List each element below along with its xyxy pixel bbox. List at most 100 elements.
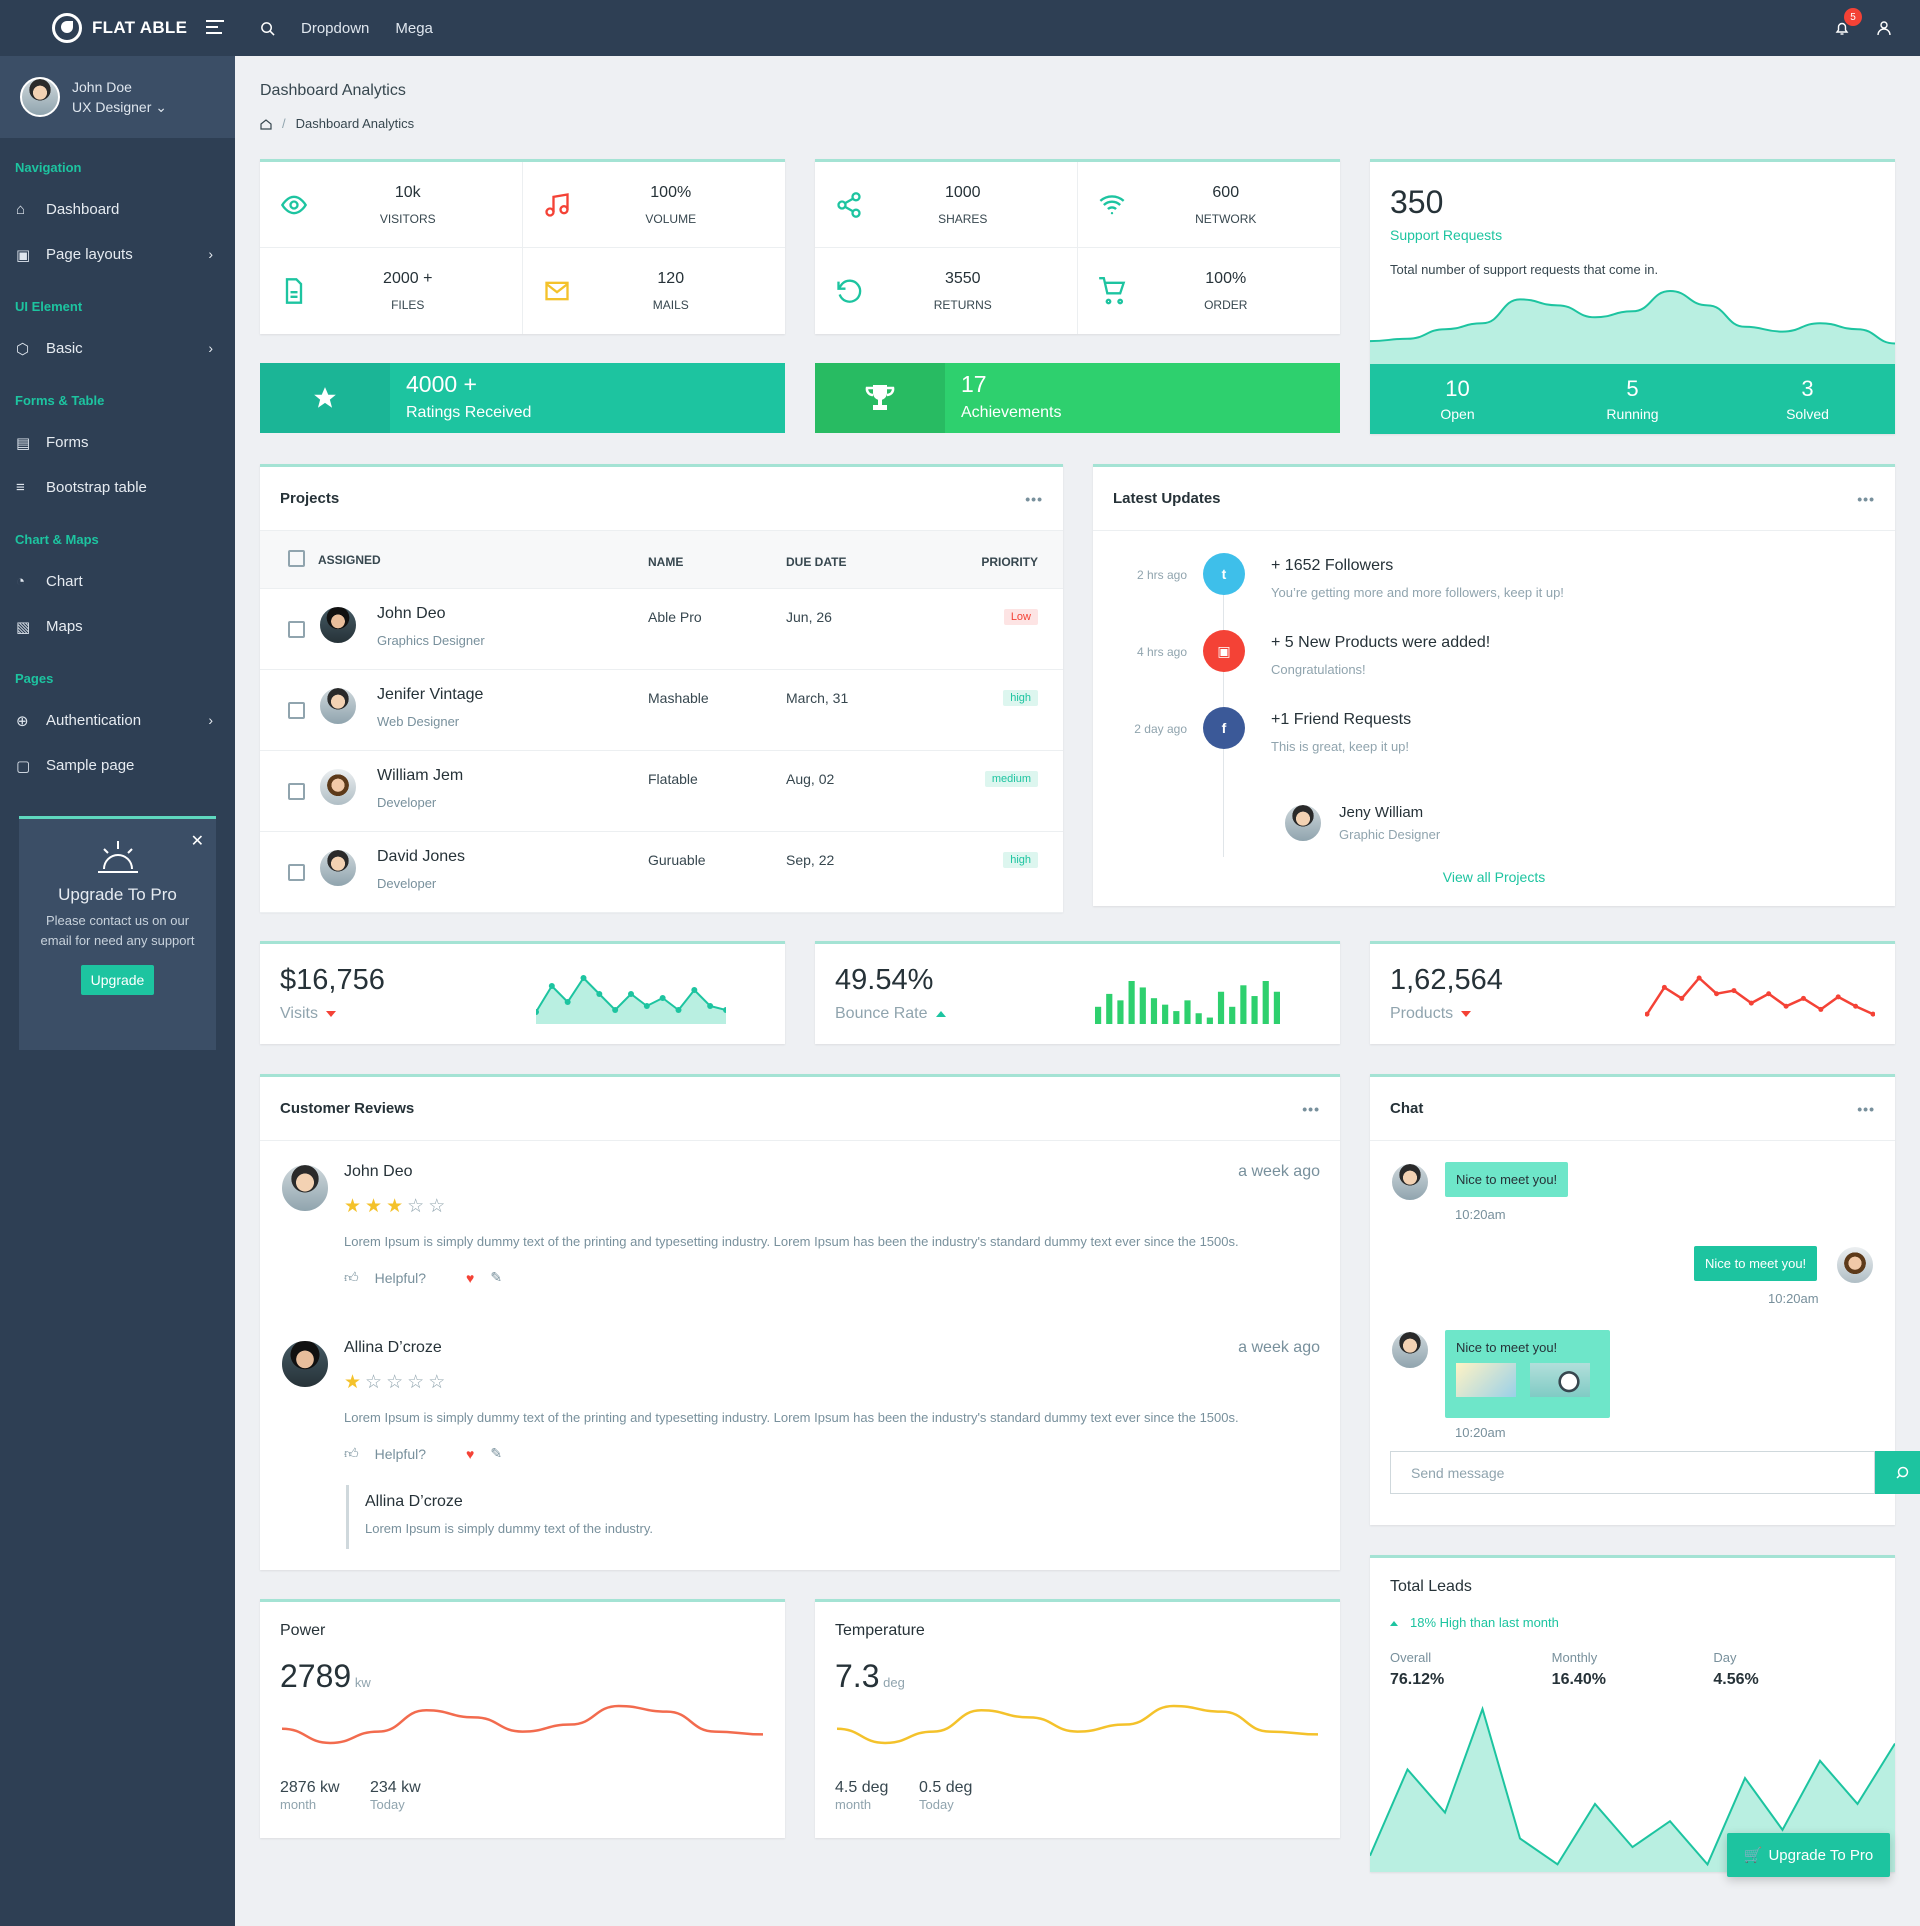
- brand[interactable]: FLAT ABLE: [0, 0, 235, 56]
- logo-icon: [52, 13, 82, 43]
- notification-button[interactable]: 5: [1834, 8, 1862, 36]
- send-button[interactable]: [1875, 1451, 1920, 1494]
- briefcase-icon: ▣: [1203, 630, 1245, 672]
- th-name: NAME: [648, 555, 684, 569]
- projects-title: Projects: [280, 490, 340, 507]
- row-checkbox[interactable]: [288, 702, 305, 719]
- sidebar-item-authentication[interactable]: ⊕ Authentication ›: [0, 698, 235, 743]
- helpful-label[interactable]: Helpful?: [375, 1270, 426, 1286]
- table-row[interactable]: Jenifer Vintage Web Designer Mashable March…: [260, 670, 1063, 751]
- products-card: 1,62,564 Products: [1370, 941, 1895, 1044]
- star-rating[interactable]: ★ ★ ★ ☆ ☆: [344, 1195, 445, 1218]
- star-icon[interactable]: ☆: [407, 1195, 424, 1218]
- send-message-input[interactable]: Send message: [1390, 1451, 1875, 1494]
- update-title: + 5 New Products were added!: [1271, 634, 1491, 651]
- cart-icon: 🛒: [1743, 1847, 1763, 1864]
- star-icon[interactable]: ★: [344, 1195, 361, 1218]
- home-icon[interactable]: [260, 118, 272, 130]
- star-rating[interactable]: ★ ☆ ☆ ☆ ☆: [344, 1371, 445, 1394]
- row-checkbox[interactable]: [288, 621, 305, 638]
- bounce-bar: [1162, 1004, 1169, 1024]
- due-date: Aug, 02: [786, 771, 835, 787]
- chevron-down-icon[interactable]: ⌄: [155, 99, 167, 115]
- reviews-header: Customer Reviews •••: [260, 1077, 1340, 1141]
- assignee-role: Developer: [377, 876, 437, 891]
- more-icon[interactable]: •••: [1302, 1101, 1320, 1117]
- star-icon[interactable]: ★: [386, 1195, 403, 1218]
- sidebar-item-maps[interactable]: ▧ Maps: [0, 604, 235, 649]
- bounce-bar: [1262, 981, 1269, 1024]
- priority-badge: high: [1003, 852, 1038, 868]
- close-icon[interactable]: ✕: [191, 831, 204, 851]
- person-name: Jeny William: [1339, 804, 1424, 821]
- row-checkbox[interactable]: [288, 864, 305, 881]
- select-all-checkbox[interactable]: [288, 550, 305, 567]
- products-value: 1,62,564: [1390, 964, 1503, 996]
- support-stat-running: 5 Running: [1545, 364, 1720, 434]
- avatar: [318, 605, 358, 645]
- star-icon[interactable]: ★: [365, 1195, 382, 1218]
- project-name: Flatable: [648, 771, 698, 787]
- edit-icon[interactable]: ✎: [490, 1269, 502, 1286]
- projects-card: Projects ••• ASSIGNED NAME DUE DATE PRIOR…: [260, 464, 1063, 913]
- bounce-bar: [1128, 981, 1135, 1024]
- updates-card: Latest Updates ••• 2 hrs ago t + 1652 Follo…: [1093, 464, 1895, 906]
- thumbs-up-icon[interactable]: 👍︎: [344, 1269, 359, 1286]
- bounce-bar: [1229, 1006, 1236, 1024]
- search-icon[interactable]: [260, 21, 275, 36]
- nav-mega[interactable]: Mega: [395, 20, 433, 37]
- breadcrumb-current[interactable]: Dashboard Analytics: [296, 116, 415, 131]
- edit-icon[interactable]: ✎: [490, 1445, 502, 1462]
- star-icon[interactable]: ☆: [407, 1371, 424, 1394]
- star-icon[interactable]: ☆: [428, 1195, 445, 1218]
- sidebar-item-chart[interactable]: ◔ Chart: [0, 559, 235, 604]
- upgrade-button[interactable]: Upgrade: [80, 965, 155, 995]
- table-row[interactable]: John Deo Graphics Designer Able Pro Jun, 26…: [260, 589, 1063, 670]
- user-icon[interactable]: [1876, 20, 1892, 36]
- more-icon[interactable]: •••: [1025, 491, 1043, 507]
- sidebar-item-bootstrap-table[interactable]: ≡ Bootstrap table: [0, 465, 235, 510]
- reviewer-name: John Deo: [344, 1163, 413, 1180]
- temperature-chart: [836, 1704, 1319, 1745]
- sidebar-section-title: Forms & Table: [15, 393, 105, 408]
- reply-text: Lorem Ipsum is simply dummy text of the …: [365, 1521, 654, 1536]
- stats-card-b: 1000 SHARES 600 NETWORK 3550 RETURNS 100% ORDER: [815, 159, 1340, 334]
- chat-card: Chat ••• Nice to meet you! 10:20am Nice t…: [1370, 1074, 1920, 1525]
- star-icon[interactable]: ☆: [386, 1371, 403, 1394]
- heart-icon[interactable]: ♥: [466, 1446, 474, 1462]
- products-label: Products: [1390, 1005, 1503, 1023]
- sidebar-user[interactable]: John Doe UX Designer ⌄: [0, 56, 235, 138]
- sidebar-item-basic[interactable]: ⬡ Basic ›: [0, 326, 235, 371]
- star-icon[interactable]: ☆: [428, 1371, 445, 1394]
- home-icon: ⌂: [16, 201, 26, 218]
- support-stat-label: Solved: [1786, 406, 1829, 422]
- stat-value: 2000 +: [383, 270, 433, 287]
- row-checkbox[interactable]: [288, 783, 305, 800]
- heart-icon[interactable]: ♥: [466, 1270, 474, 1286]
- map-icon: ▧: [16, 618, 31, 636]
- table-row[interactable]: William Jem Developer Flatable Aug, 02 mediu…: [260, 751, 1063, 832]
- thumbs-up-icon[interactable]: 👍︎: [344, 1445, 359, 1462]
- star-icon[interactable]: ☆: [365, 1371, 382, 1394]
- more-icon[interactable]: •••: [1857, 1101, 1875, 1117]
- th-priority: PRIORITY: [981, 555, 1038, 569]
- nav-dropdown[interactable]: Dropdown: [301, 20, 369, 37]
- update-text: This is great, keep it up!: [1271, 739, 1410, 754]
- chat-image-thumb[interactable]: [1456, 1363, 1516, 1397]
- sidebar-item-label: Page layouts: [46, 246, 133, 263]
- star-icon[interactable]: ★: [344, 1371, 361, 1394]
- visits-label: Visits: [280, 1005, 385, 1023]
- sidebar-item-forms[interactable]: ▤ Forms: [0, 420, 235, 465]
- table-row[interactable]: David Jones Developer Guruable Sep, 22 high: [260, 832, 1063, 913]
- sidebar-item-dashboard[interactable]: ⌂ Dashboard: [0, 187, 235, 232]
- menu-toggle-icon[interactable]: [206, 20, 224, 34]
- sidebar-item-page-layouts[interactable]: ▣ Page layouts ›: [0, 232, 235, 277]
- pie-icon: ◔: [16, 573, 26, 590]
- helpful-label[interactable]: Helpful?: [375, 1446, 426, 1462]
- chat-image-thumb[interactable]: [1530, 1363, 1590, 1397]
- upgrade-pro-button[interactable]: 🛒 Upgrade To Pro: [1727, 1833, 1890, 1877]
- sidebar-item-sample-page[interactable]: ▢ Sample page: [0, 743, 235, 788]
- view-all-projects-link[interactable]: View all Projects: [1093, 869, 1895, 885]
- more-icon[interactable]: •••: [1857, 491, 1875, 507]
- temperature-title: Temperature: [835, 1622, 925, 1639]
